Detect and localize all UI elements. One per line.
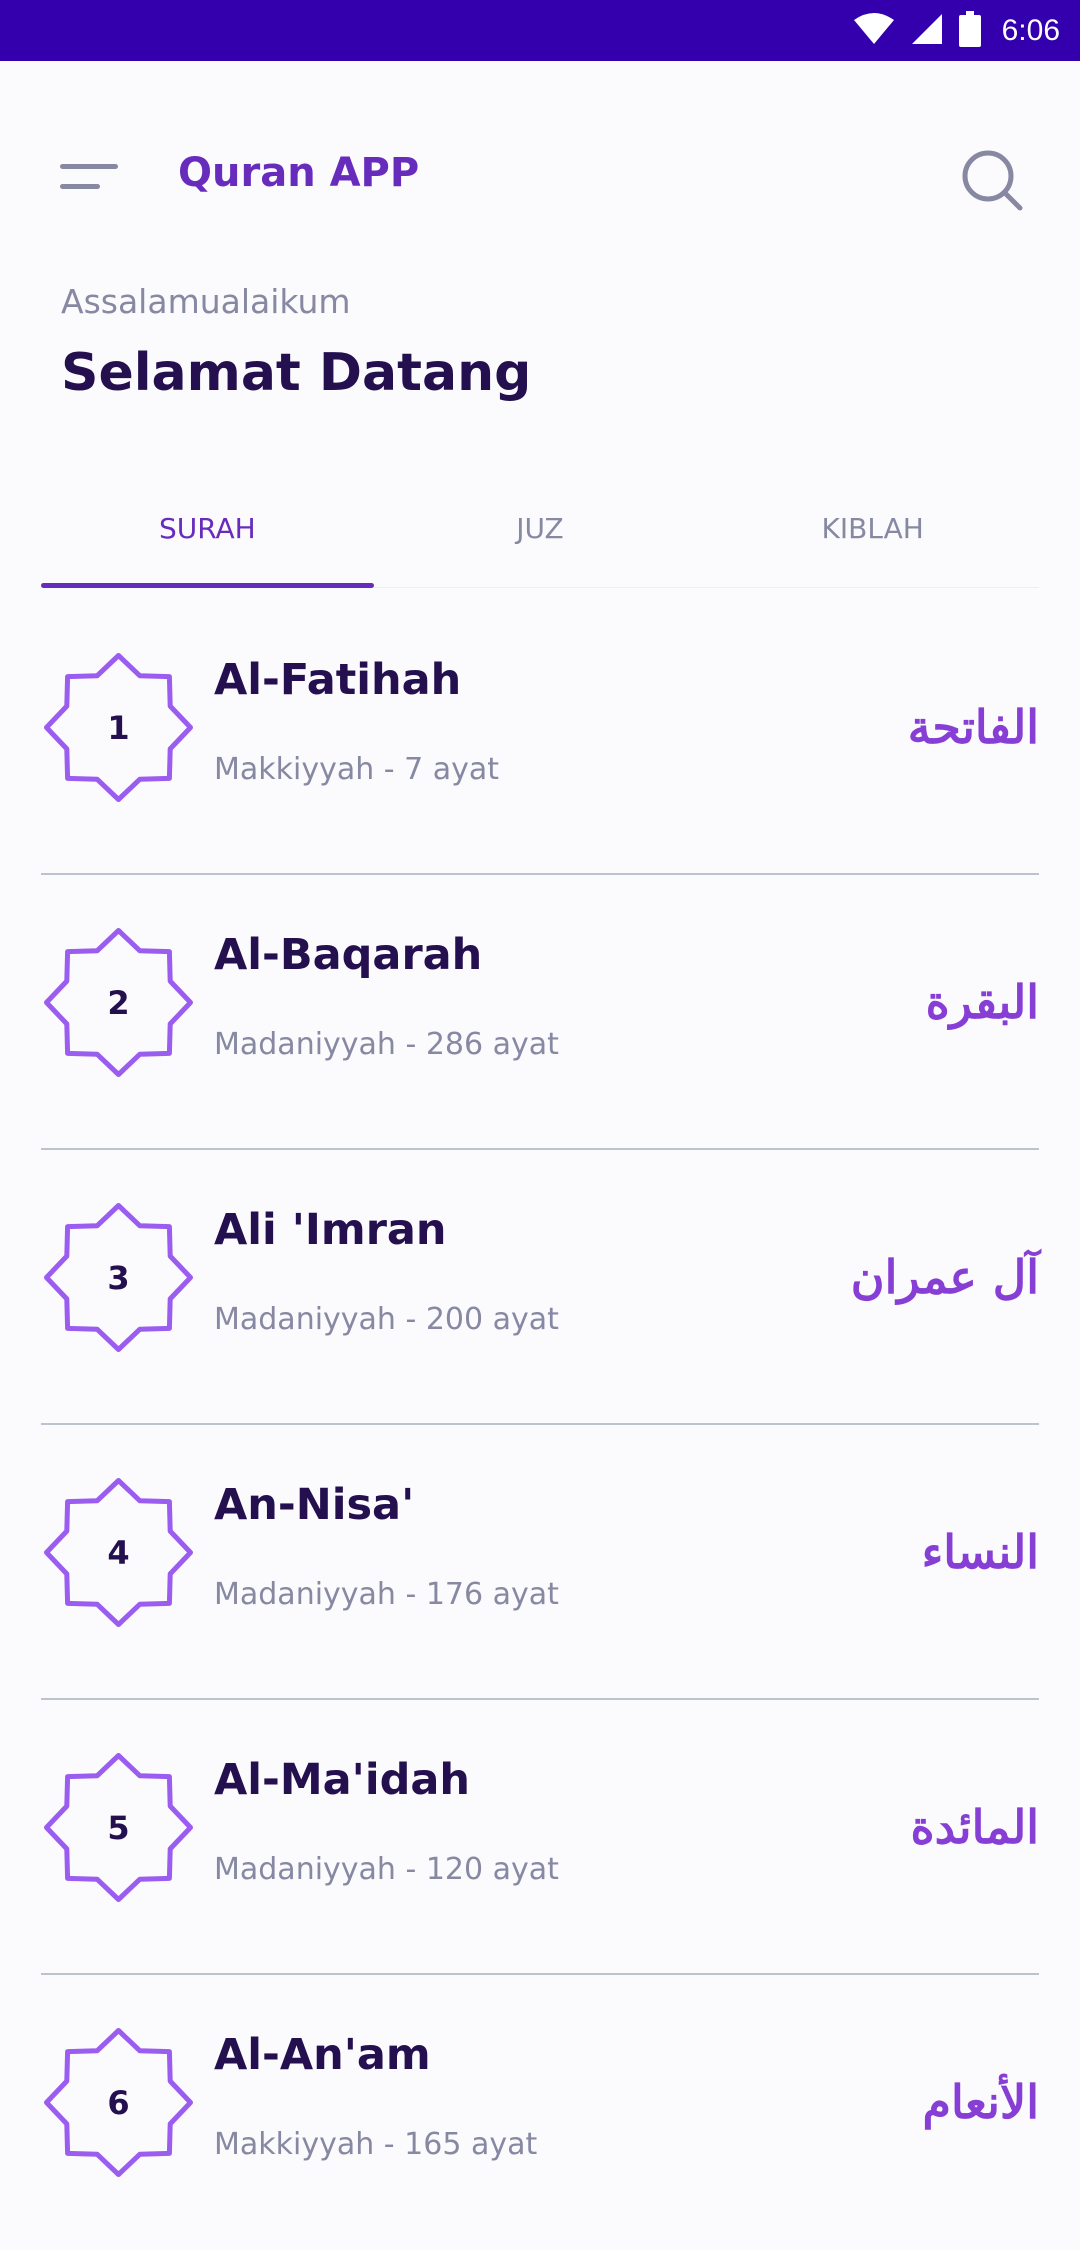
surah-arabic-name: المائدة: [910, 1800, 1039, 1854]
app-header: Quran APP: [0, 120, 1080, 236]
surah-number: 1: [107, 708, 130, 747]
tab-kiblah[interactable]: KIBLAH: [706, 488, 1039, 568]
welcome-heading: Selamat Datang: [61, 343, 532, 403]
battery-icon: [958, 10, 982, 51]
surah-name: Al-Fatihah: [214, 655, 462, 705]
menu-icon[interactable]: [60, 164, 120, 196]
surah-arabic-name: الأنعام: [922, 2075, 1039, 2129]
surah-row[interactable]: 1 Al-Fatihah Makkiyyah - 7 ayat الفاتحة: [41, 600, 1039, 875]
surah-arabic-name: آل عمران: [850, 1250, 1039, 1304]
surah-row[interactable]: 5 Al-Ma'idah Madaniyyah - 120 ayat المائ…: [41, 1700, 1039, 1975]
surah-number: 2: [107, 983, 130, 1022]
surah-name: Al-Baqarah: [214, 930, 483, 980]
surah-name: Ali 'Imran: [214, 1205, 447, 1255]
surah-info: Madaniyyah - 200 ayat: [214, 1302, 559, 1337]
surah-number-badge: 2: [41, 925, 196, 1080]
tab-bar: SURAH JUZ KIBLAH: [41, 488, 1039, 588]
surah-row[interactable]: 2 Al-Baqarah Madaniyyah - 286 ayat البقر…: [41, 875, 1039, 1150]
surah-number: 3: [107, 1258, 130, 1297]
tab-juz[interactable]: JUZ: [374, 488, 707, 568]
status-time: 6:06: [1001, 13, 1060, 47]
surah-number: 4: [107, 1533, 130, 1572]
surah-row[interactable]: 3 Ali 'Imran Madaniyyah - 200 ayat آل عم…: [41, 1150, 1039, 1425]
surah-number: 5: [107, 1808, 130, 1847]
surah-number-badge: 5: [41, 1750, 196, 1905]
tab-surah[interactable]: SURAH: [41, 488, 374, 588]
search-icon[interactable]: [960, 148, 1024, 212]
surah-name: Al-Ma'idah: [214, 1755, 470, 1805]
app-title: Quran APP: [178, 150, 420, 196]
surah-number-badge: 1: [41, 650, 196, 805]
status-bar: 6:06: [0, 0, 1080, 61]
surah-row[interactable]: 6 Al-An'am Makkiyyah - 165 ayat الأنعام: [41, 1975, 1039, 2250]
surah-info: Madaniyyah - 176 ayat: [214, 1577, 559, 1612]
surah-name: Al-An'am: [214, 2030, 431, 2080]
wifi-icon: [852, 12, 896, 50]
surah-arabic-name: الفاتحة: [907, 700, 1039, 754]
surah-arabic-name: البقرة: [925, 975, 1039, 1029]
surah-info: Madaniyyah - 120 ayat: [214, 1852, 559, 1887]
surah-number-badge: 4: [41, 1475, 196, 1630]
surah-name: An-Nisa': [214, 1480, 415, 1530]
surah-info: Makkiyyah - 7 ayat: [214, 752, 500, 787]
cell-signal-icon: [910, 12, 944, 50]
surah-info: Madaniyyah - 286 ayat: [214, 1027, 559, 1062]
surah-row[interactable]: 4 An-Nisa' Madaniyyah - 176 ayat النساء: [41, 1425, 1039, 1700]
surah-number-badge: 6: [41, 2025, 196, 2180]
greeting-text: Assalamualaikum: [61, 282, 351, 321]
surah-info: Makkiyyah - 165 ayat: [214, 2127, 538, 2162]
surah-arabic-name: النساء: [921, 1525, 1039, 1579]
surah-number-badge: 3: [41, 1200, 196, 1355]
surah-number: 6: [107, 2083, 130, 2122]
